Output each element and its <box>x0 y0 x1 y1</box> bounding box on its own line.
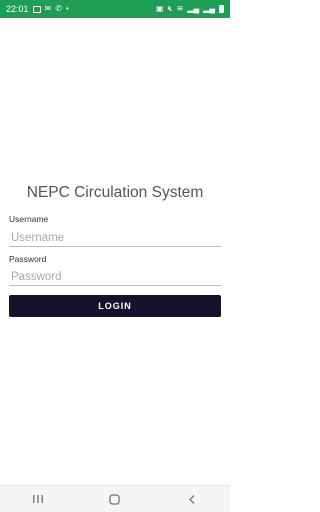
login-screen: NEPC Circulation System Username Passwor… <box>0 18 230 485</box>
wifi-icon: ≋ <box>176 4 184 13</box>
mute-icon: 🔇︎ <box>167 4 173 13</box>
navigation-bar <box>0 485 230 512</box>
signal-icon: ▂▄ <box>203 4 215 13</box>
page-title: NEPC Circulation System <box>26 184 204 201</box>
status-bar-left: 22:01 ✉ ✆ • <box>6 4 69 14</box>
clock: 22:01 <box>6 4 29 14</box>
battery-icon <box>219 5 224 13</box>
dot-icon: • <box>65 4 69 13</box>
password-label: Password <box>9 254 47 264</box>
home-button[interactable] <box>95 487 135 511</box>
back-icon <box>188 494 195 504</box>
login-button[interactable]: LOGIN <box>9 295 221 317</box>
phone-icon: ✆ <box>55 4 62 13</box>
mail-icon: ✉ <box>44 4 52 13</box>
status-bar-right: ▣ 🔇︎ ≋ ▂▄ ▂▄ <box>156 5 224 13</box>
recent-apps-icon <box>33 495 44 503</box>
status-bar: 22:01 ✉ ✆ • ▣ 🔇︎ ≋ ▂▄ ▂▄ <box>0 0 230 18</box>
username-label: Username <box>9 214 49 224</box>
password-input[interactable] <box>9 268 221 286</box>
back-button[interactable] <box>172 487 212 511</box>
alarm-icon: ▣ <box>156 4 164 13</box>
signal-icon: ▂▄ <box>187 4 200 13</box>
recent-apps-button[interactable] <box>18 487 58 511</box>
sim-icon <box>32 5 41 13</box>
username-input[interactable] <box>9 229 221 247</box>
home-icon <box>109 493 121 505</box>
